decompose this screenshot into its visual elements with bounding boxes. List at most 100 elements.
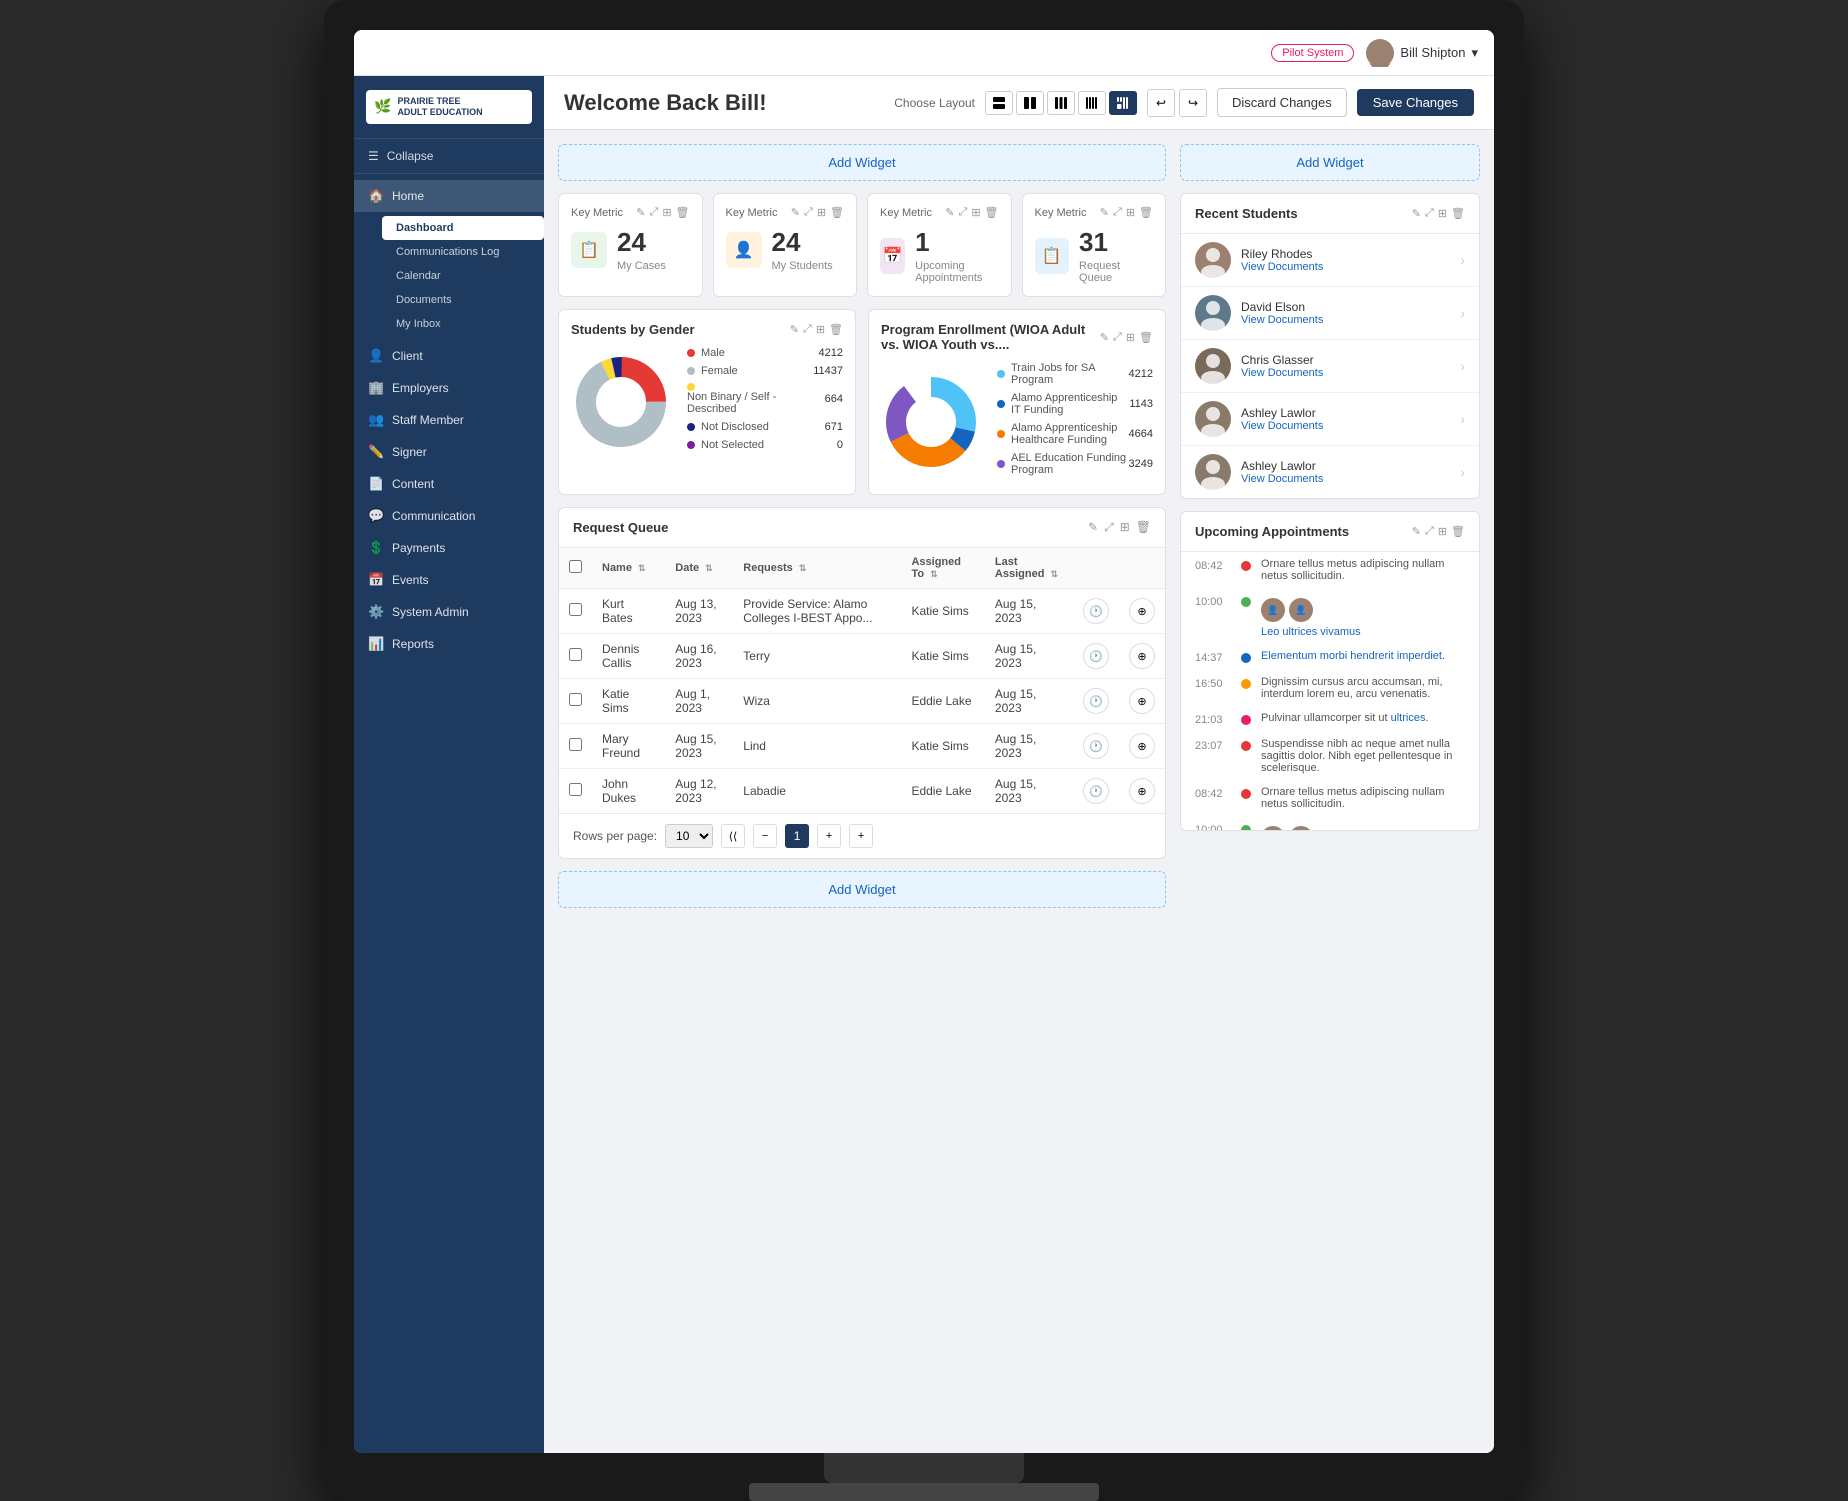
student-link-4[interactable]: View Documents xyxy=(1241,473,1460,485)
enroll-expand-icon[interactable]: ⤢ xyxy=(1113,331,1122,344)
metric-edit-icon[interactable]: ✎ xyxy=(636,206,645,219)
page-more-btn[interactable]: + xyxy=(849,824,873,848)
gender-grid-icon[interactable]: ⊞ xyxy=(816,323,825,336)
metric-grid-icon-3[interactable]: ⊞ xyxy=(1126,206,1135,219)
metric-grid-icon-2[interactable]: ⊞ xyxy=(971,206,980,219)
action-btn-plus-2[interactable]: ⊕ xyxy=(1129,688,1155,714)
metric-delete-icon[interactable]: 🗑 xyxy=(676,206,690,219)
row-checkbox-2[interactable] xyxy=(569,693,582,706)
add-widget-top[interactable]: Add Widget xyxy=(558,144,1166,181)
sidebar-item-content[interactable]: 📄 Content xyxy=(354,468,544,500)
action-btn-clock-3[interactable]: 🕐 xyxy=(1083,733,1109,759)
add-widget-right[interactable]: Add Widget xyxy=(1180,144,1480,181)
student-item-0[interactable]: Riley Rhodes View Documents › xyxy=(1181,234,1479,287)
student-item-3[interactable]: Ashley Lawlor View Documents › xyxy=(1181,393,1479,446)
action-btn-plus-3[interactable]: ⊕ xyxy=(1129,733,1155,759)
recent-expand-icon[interactable]: ⤢ xyxy=(1425,207,1434,220)
student-link-1[interactable]: View Documents xyxy=(1241,314,1460,326)
sidebar-item-home[interactable]: 🏠 Home xyxy=(354,180,544,212)
sidebar-item-reports[interactable]: 📊 Reports xyxy=(354,628,544,660)
sidebar-item-client[interactable]: 👤 Client xyxy=(354,340,544,372)
sidebar-item-calendar[interactable]: Calendar xyxy=(382,264,544,288)
redo-button[interactable]: ↪ xyxy=(1179,89,1207,117)
student-item-1[interactable]: David Elson View Documents › xyxy=(1181,287,1479,340)
layout-btn-2[interactable] xyxy=(1016,91,1044,115)
metric-grid-icon-1[interactable]: ⊞ xyxy=(817,206,826,219)
student-item-4[interactable]: Ashley Lawlor View Documents › xyxy=(1181,446,1479,498)
metric-expand-icon-3[interactable]: ⤢ xyxy=(1113,206,1122,219)
sidebar-item-employers[interactable]: 🏢 Employers xyxy=(354,372,544,404)
action-btn-plus-4[interactable]: ⊕ xyxy=(1129,778,1155,804)
sidebar-item-system-admin[interactable]: ⚙️ System Admin xyxy=(354,596,544,628)
sidebar-item-inbox[interactable]: My Inbox xyxy=(382,312,544,336)
undo-button[interactable]: ↩ xyxy=(1147,89,1175,117)
row-checkbox-0[interactable] xyxy=(569,603,582,616)
metric-delete-icon-2[interactable]: 🗑 xyxy=(985,206,999,219)
table-grid-icon[interactable]: ⊞ xyxy=(1120,520,1130,535)
row-checkbox-4[interactable] xyxy=(569,783,582,796)
discard-changes-button[interactable]: Discard Changes xyxy=(1217,88,1347,117)
appt-expand-icon[interactable]: ⤢ xyxy=(1425,525,1434,538)
save-changes-button[interactable]: Save Changes xyxy=(1357,89,1474,116)
layout-btn-4[interactable] xyxy=(1078,91,1106,115)
metric-edit-icon-3[interactable]: ✎ xyxy=(1100,206,1109,219)
recent-grid-icon[interactable]: ⊞ xyxy=(1438,207,1447,220)
row-checkbox-1[interactable] xyxy=(569,648,582,661)
layout-btn-3[interactable] xyxy=(1047,91,1075,115)
add-widget-bottom[interactable]: Add Widget xyxy=(558,871,1166,908)
metric-icon-1: 👤 xyxy=(726,232,762,268)
sidebar-item-events[interactable]: 📅 Events xyxy=(354,564,544,596)
metric-expand-icon[interactable]: ⤢ xyxy=(650,206,659,219)
sidebar-item-dashboard[interactable]: Dashboard xyxy=(382,216,544,240)
sidebar-item-communication[interactable]: 💬 Communication xyxy=(354,500,544,532)
enroll-edit-icon[interactable]: ✎ xyxy=(1100,331,1109,344)
page-next-btn[interactable]: + xyxy=(817,824,841,848)
table-delete-icon[interactable]: 🗑 xyxy=(1136,520,1151,535)
sidebar-item-documents[interactable]: Documents xyxy=(382,288,544,312)
action-btn-clock-0[interactable]: 🕐 xyxy=(1083,598,1109,624)
user-menu[interactable]: Bill Shipton ▾ xyxy=(1366,39,1478,67)
recent-edit-icon[interactable]: ✎ xyxy=(1412,207,1421,220)
table-expand-icon[interactable]: ⤢ xyxy=(1104,520,1114,535)
action-btn-plus-1[interactable]: ⊕ xyxy=(1129,643,1155,669)
student-link-3[interactable]: View Documents xyxy=(1241,420,1460,432)
sidebar-item-comms-log[interactable]: Communications Log xyxy=(382,240,544,264)
metric-expand-icon-2[interactable]: ⤢ xyxy=(959,206,968,219)
metric-delete-icon-1[interactable]: 🗑 xyxy=(830,206,844,219)
action-btn-clock-1[interactable]: 🕐 xyxy=(1083,643,1109,669)
gender-edit-icon[interactable]: ✎ xyxy=(790,323,799,336)
metric-expand-icon-1[interactable]: ⤢ xyxy=(804,206,813,219)
recent-delete-icon[interactable]: 🗑 xyxy=(1451,207,1465,220)
row-checkbox-3[interactable] xyxy=(569,738,582,751)
page-prev-btn[interactable]: − xyxy=(753,824,777,848)
layout-btn-1[interactable] xyxy=(985,91,1013,115)
student-link-2[interactable]: View Documents xyxy=(1241,367,1460,379)
rows-per-page-select[interactable]: 10 25 50 xyxy=(665,824,713,848)
table-edit-icon[interactable]: ✎ xyxy=(1088,520,1098,535)
action-btn-plus-0[interactable]: ⊕ xyxy=(1129,598,1155,624)
appt-edit-icon[interactable]: ✎ xyxy=(1412,525,1421,538)
sidebar-item-signer[interactable]: ✏️ Signer xyxy=(354,436,544,468)
action-btn-clock-2[interactable]: 🕐 xyxy=(1083,688,1109,714)
row-lastassigned-3: Aug 15, 2023 xyxy=(985,724,1073,769)
layout-btn-5[interactable] xyxy=(1109,91,1137,115)
action-btn-clock-4[interactable]: 🕐 xyxy=(1083,778,1109,804)
page-first-btn[interactable]: ⟨⟨ xyxy=(721,824,745,848)
student-link-0[interactable]: View Documents xyxy=(1241,261,1460,273)
collapse-button[interactable]: ☰ Collapse xyxy=(354,139,544,174)
gender-delete-icon[interactable]: 🗑 xyxy=(829,323,843,336)
appt-delete-icon[interactable]: 🗑 xyxy=(1451,525,1465,538)
enroll-grid-icon[interactable]: ⊞ xyxy=(1126,331,1135,344)
row-date-3: Aug 15, 2023 xyxy=(665,724,733,769)
sidebar-item-payments[interactable]: 💲 Payments xyxy=(354,532,544,564)
enroll-delete-icon[interactable]: 🗑 xyxy=(1139,331,1153,344)
student-item-2[interactable]: Chris Glasser View Documents › xyxy=(1181,340,1479,393)
metric-edit-icon-1[interactable]: ✎ xyxy=(791,206,800,219)
sidebar-item-staff[interactable]: 👥 Staff Member xyxy=(354,404,544,436)
select-all-checkbox[interactable] xyxy=(569,560,582,573)
gender-expand-icon[interactable]: ⤢ xyxy=(803,323,812,336)
metric-edit-icon-2[interactable]: ✎ xyxy=(945,206,954,219)
metric-delete-icon-3[interactable]: 🗑 xyxy=(1139,206,1153,219)
appt-grid-icon[interactable]: ⊞ xyxy=(1438,525,1447,538)
metric-grid-icon[interactable]: ⊞ xyxy=(662,206,671,219)
